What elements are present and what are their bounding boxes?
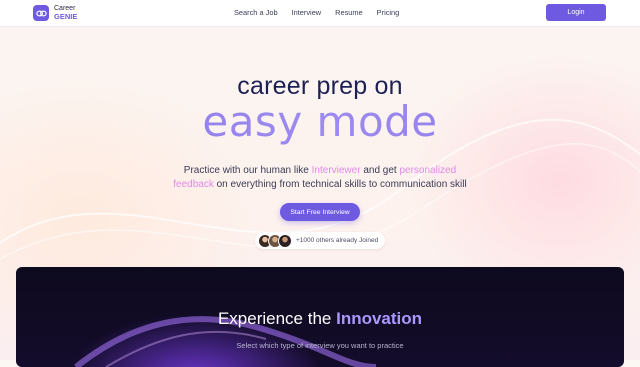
nav-resume[interactable]: Resume	[335, 8, 363, 17]
desc-part-2: and get	[360, 165, 400, 176]
login-button[interactable]: Login	[546, 4, 606, 21]
panel-title-accent: Innovation	[336, 309, 423, 328]
nav-interview[interactable]: Interview	[292, 8, 322, 17]
start-interview-button[interactable]: Start Free Interview	[280, 203, 360, 221]
avatar-group	[258, 233, 292, 248]
brand-logo[interactable]: Career GENIE	[33, 5, 77, 21]
desc-highlight-personalized: personalized	[399, 165, 457, 176]
hero-subheading: easy mode	[0, 97, 640, 146]
desc-highlight-feedback: feedback	[173, 179, 214, 190]
desc-part-3: on everything from technical skills to c…	[213, 179, 467, 190]
desc-highlight-interviewer: Interviewer	[311, 165, 361, 176]
panel-subtitle: Select which type of interview you want …	[236, 341, 404, 350]
hero-description: Practice with our human like Interviewer…	[0, 164, 640, 192]
innovation-panel: Experience the Innovation Select which t…	[16, 267, 624, 367]
nav-pricing[interactable]: Pricing	[377, 8, 400, 17]
joined-badge: +1000 others already Joined	[255, 232, 385, 249]
link-icon	[33, 5, 49, 21]
desc-part-1: Practice with our human like	[183, 165, 312, 176]
main-menu: Search a Job Interview Resume Pricing	[234, 8, 399, 17]
avatar	[278, 233, 292, 248]
joined-count-text: +1000 others already Joined	[296, 237, 379, 244]
panel-title: Experience the Innovation	[16, 309, 624, 329]
panel-title-part: Experience the	[217, 309, 337, 328]
top-navbar: Career GENIE Search a Job Interview Resu…	[0, 0, 640, 27]
brand-name-line2: GENIE	[54, 12, 78, 21]
nav-search-job[interactable]: Search a Job	[234, 8, 278, 17]
